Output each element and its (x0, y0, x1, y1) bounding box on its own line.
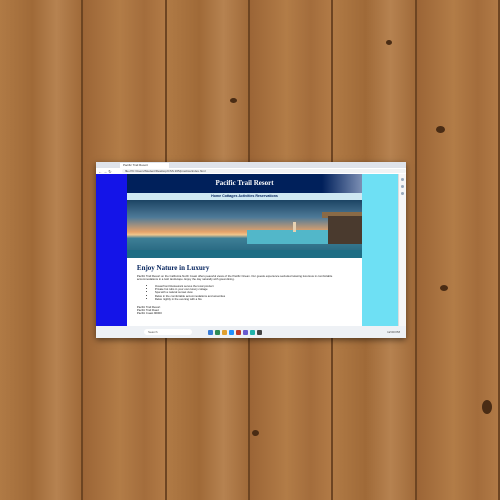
sidebar-search-icon[interactable] (401, 178, 405, 181)
wood-knot (440, 285, 448, 291)
browser-sidebar (398, 174, 406, 326)
browser-tab[interactable]: Pacific Trail Resort (120, 162, 169, 168)
browser-viewport: Pacific Trail Resort Home Cottages Activ… (96, 174, 406, 326)
wood-plank (0, 0, 84, 500)
site-header: Pacific Trail Resort (126, 174, 363, 193)
nav-buttons-icon[interactable]: ← → ↻ (96, 169, 122, 174)
site-title: Pacific Trail Resort (215, 179, 274, 187)
wood-knot (386, 40, 392, 45)
wood-knot (230, 98, 237, 103)
windows-taskbar: Search 12:00 PM (96, 326, 406, 338)
right-cyan-panel (362, 174, 399, 326)
app-icon[interactable] (229, 329, 234, 335)
person-figure (292, 222, 296, 232)
wood-plank (416, 0, 500, 500)
address-line: Pacific Coast 90000 (136, 311, 162, 316)
app-icon[interactable] (208, 329, 213, 335)
feature-list: Oceanfront Restaurant serves the local p… (137, 284, 352, 302)
page-heading: Enjoy Nature in Luxury (136, 264, 210, 272)
app-icon[interactable] (257, 329, 262, 335)
page-content: Enjoy Nature in Luxury Pacific Trail Res… (127, 258, 362, 322)
villa (328, 216, 363, 244)
app-icon[interactable] (243, 329, 248, 335)
app-icon[interactable] (250, 329, 255, 335)
taskbar-search[interactable]: Search (144, 329, 192, 335)
site-nav[interactable]: Home Cottages Activities Reservations (126, 193, 363, 200)
sidebar-add-icon[interactable] (401, 192, 405, 195)
list-item: Relax nightly in the evening with a fire (155, 297, 352, 301)
app-icon[interactable] (222, 329, 227, 335)
wood-knot (252, 430, 259, 436)
hero-image (126, 200, 363, 258)
laptop-screen: Pacific Trail Resort ← → ↻ file:///C:/Us… (96, 162, 406, 338)
web-page: Pacific Trail Resort Home Cottages Activ… (126, 174, 363, 326)
intro-paragraph: Pacific Trail Resort on the California N… (136, 274, 333, 282)
taskbar-clock: 12:00 PM (387, 330, 400, 334)
taskbar-apps (208, 329, 262, 335)
left-blue-panel (96, 174, 127, 326)
header-gradient (322, 174, 363, 193)
app-icon[interactable] (236, 329, 241, 335)
wood-knot (436, 126, 445, 133)
app-icon[interactable] (215, 329, 220, 335)
sidebar-tools-icon[interactable] (401, 185, 405, 188)
url-field[interactable]: file:///C:/Users/Student/Desktop/CSS 205… (122, 169, 406, 173)
address-block: Pacific Trail Resort Pacific Trail Road … (136, 305, 352, 316)
pool-deck (126, 250, 363, 258)
wood-knot (482, 400, 492, 414)
